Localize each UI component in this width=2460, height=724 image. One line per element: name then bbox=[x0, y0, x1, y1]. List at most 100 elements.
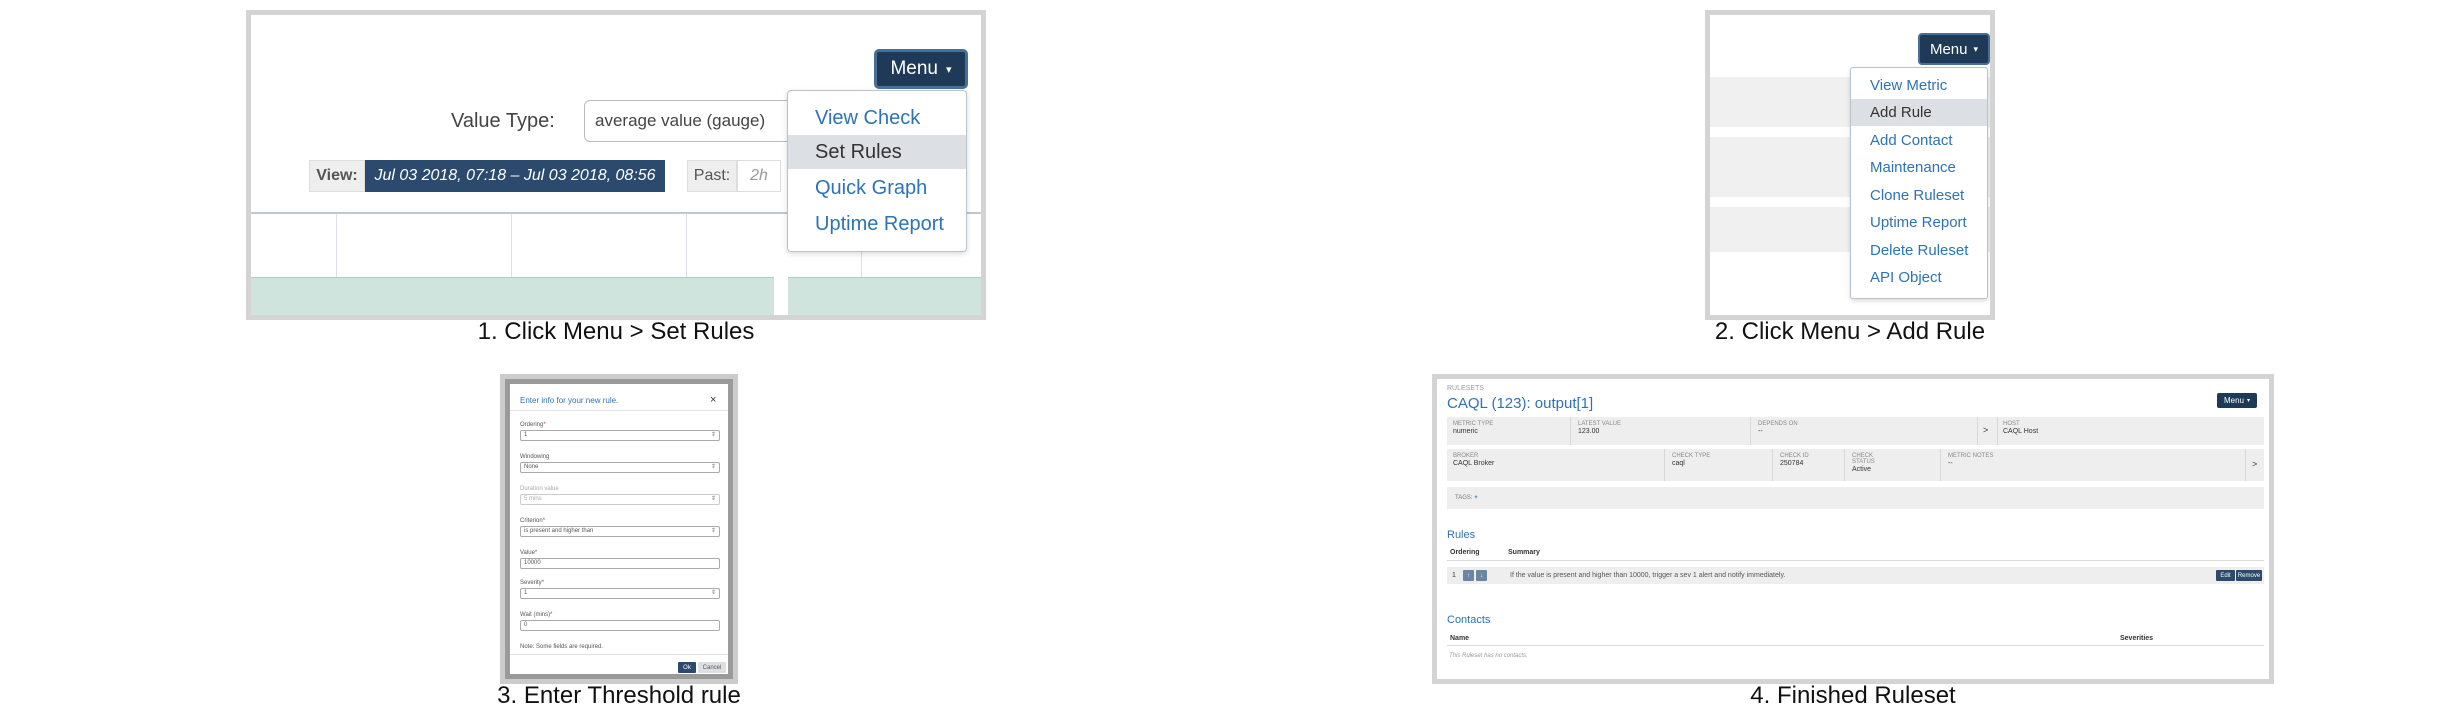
menu-dropdown: View Check Set Rules Quick Graph Uptime … bbox=[787, 90, 967, 252]
value-label: Value* bbox=[520, 550, 538, 556]
move-up-icon[interactable]: ↑ bbox=[1463, 570, 1474, 581]
criterion-select[interactable]: is present and higher than ⇕ bbox=[520, 526, 720, 537]
menu-label: Menu bbox=[1929, 40, 1968, 58]
ordering-column-header: Ordering bbox=[1450, 549, 1480, 556]
divider bbox=[510, 654, 728, 655]
screenshot-step-1: Value Type: average value (gauge) View: … bbox=[246, 10, 986, 320]
ok-button[interactable]: Ok bbox=[678, 662, 696, 673]
wait-input[interactable]: 0 bbox=[520, 620, 720, 631]
menu-dropdown: View Metric Add Rule Add Contact Mainten… bbox=[1850, 67, 1988, 299]
divider bbox=[1447, 560, 2264, 561]
menu-item-uptime-report[interactable]: Uptime Report bbox=[788, 207, 966, 241]
view-label: View: bbox=[309, 160, 365, 192]
depends-on-cell: Depends On -- bbox=[1758, 421, 1798, 435]
caption-step-1: 1. Click Menu > Set Rules bbox=[477, 318, 755, 345]
screenshot-step-4: RULESETS CAQL (123): output[1] Menu ▾ Me… bbox=[1432, 374, 2274, 684]
rule-row: 1 ↑ ↓ If the value is present and higher… bbox=[1447, 567, 2264, 584]
menu-item-set-rules[interactable]: Set Rules bbox=[788, 135, 966, 169]
remove-button[interactable]: Remove bbox=[2236, 570, 2262, 581]
menu-item-maintenance[interactable]: Maintenance bbox=[1851, 154, 1987, 181]
menu-item-view-check[interactable]: View Check bbox=[788, 101, 966, 135]
caption-step-4: 4. Finished Ruleset bbox=[1750, 682, 1956, 709]
windowing-select[interactable]: None ⇕ bbox=[520, 462, 720, 473]
breadcrumb[interactable]: RULESETS bbox=[1447, 385, 1484, 392]
summary-column-header: Summary bbox=[1508, 549, 1540, 556]
broker-cell: Broker CAQL Broker bbox=[1453, 453, 1495, 467]
latest-value-cell: Latest Value 123.00 bbox=[1578, 421, 1622, 435]
divider bbox=[1844, 449, 1845, 481]
divider bbox=[1977, 417, 1978, 445]
graph-gap bbox=[774, 277, 788, 315]
caption-step-3: 3. Enter Threshold rule bbox=[497, 682, 741, 709]
caret-down-icon: ▾ bbox=[1973, 43, 1979, 54]
menu-item-uptime-report[interactable]: Uptime Report bbox=[1851, 209, 1987, 236]
ordering-label: Ordering* bbox=[520, 422, 546, 428]
metric-type-cell: Metric Type numeric bbox=[1453, 421, 1494, 435]
menu-label: Menu bbox=[2223, 396, 2244, 405]
rules-heading: Rules bbox=[1447, 529, 1476, 541]
screenshot-step-3: Enter info for your new rule. × Ordering… bbox=[500, 374, 738, 684]
add-tag-icon[interactable]: + bbox=[1474, 495, 1478, 501]
edit-button[interactable]: Edit bbox=[2216, 570, 2235, 581]
modal-title: Enter info for your new rule. bbox=[520, 396, 619, 405]
metric-notes-cell: Metric Notes -- bbox=[1948, 453, 1994, 467]
check-info-row: Broker CAQL Broker Check Type caql Check I… bbox=[1447, 449, 2264, 481]
menu-item-api-object[interactable]: API Object bbox=[1851, 264, 1987, 291]
value-input[interactable]: 10000 bbox=[520, 558, 720, 569]
metric-info-row: Metric Type numeric Latest Value 123.00 De… bbox=[1447, 417, 2264, 445]
divider bbox=[1997, 417, 1998, 445]
menu-item-add-contact[interactable]: Add Contact bbox=[1851, 127, 1987, 154]
move-down-icon[interactable]: ↓ bbox=[1476, 570, 1487, 581]
ordering-select[interactable]: 1 ⇕ bbox=[520, 430, 720, 441]
chevron-right-icon[interactable]: > bbox=[1983, 425, 1988, 435]
duration-select[interactable]: 5 mins ⇕ bbox=[520, 494, 720, 505]
severities-column-header: Severities bbox=[2120, 635, 2154, 642]
menu-button[interactable]: Menu ▾ bbox=[874, 49, 968, 89]
menu-item-delete-ruleset[interactable]: Delete Ruleset bbox=[1851, 237, 1987, 264]
contacts-heading: Contacts bbox=[1447, 614, 1491, 626]
divider bbox=[2245, 449, 2246, 481]
check-type-cell: Check Type caql bbox=[1672, 453, 1711, 467]
chevron-right-icon[interactable]: > bbox=[2252, 459, 2257, 469]
view-range-picker[interactable]: Jul 03 2018, 07:18 – Jul 03 2018, 08:56 bbox=[365, 160, 665, 192]
divider bbox=[1447, 645, 2264, 646]
tags-label: TAGS: + bbox=[1455, 495, 1478, 501]
new-rule-modal: Enter info for your new rule. × Ordering… bbox=[510, 384, 728, 674]
past-input[interactable]: 2h bbox=[737, 160, 781, 192]
divider bbox=[1940, 449, 1941, 481]
menu-button[interactable]: Menu ▾ bbox=[1918, 33, 1990, 65]
menu-item-view-metric[interactable]: View Metric bbox=[1851, 72, 1987, 99]
page-title: CAQL (123): output[1] bbox=[1447, 395, 1594, 412]
screenshot-step-2: Menu ▾ View Metric Add Rule Add Contact … bbox=[1705, 10, 1995, 320]
rule-summary: If the value is present and higher than … bbox=[1510, 572, 1786, 579]
divider bbox=[1772, 449, 1773, 481]
value-type-select[interactable]: average value (gauge) bbox=[584, 100, 806, 142]
select-caret-icon: ⇕ bbox=[710, 432, 716, 438]
close-icon[interactable]: × bbox=[710, 394, 716, 406]
caret-down-icon: ▾ bbox=[946, 63, 952, 76]
cancel-button[interactable]: Cancel bbox=[698, 662, 726, 673]
menu-button[interactable]: Menu ▾ bbox=[2217, 393, 2257, 408]
required-note: Note: Some fields are required. bbox=[520, 644, 604, 650]
menu-item-add-rule[interactable]: Add Rule bbox=[1851, 99, 1987, 126]
severity-select[interactable]: 1 ⇕ bbox=[520, 588, 720, 599]
contacts-empty-message: This Ruleset has no contacts. bbox=[1449, 653, 1528, 659]
menu-item-clone-ruleset[interactable]: Clone Ruleset bbox=[1851, 182, 1987, 209]
select-caret-icon: ⇕ bbox=[710, 590, 716, 596]
duration-label: Duration value bbox=[520, 486, 559, 492]
caret-down-icon: ▾ bbox=[2247, 398, 2251, 404]
divider bbox=[1570, 417, 1571, 445]
menu-item-quick-graph[interactable]: Quick Graph bbox=[788, 171, 966, 205]
divider bbox=[1664, 449, 1665, 481]
host-cell: Host CAQL Host bbox=[2003, 421, 2039, 435]
name-column-header: Name bbox=[1450, 635, 1470, 642]
rule-ordering: 1 bbox=[1452, 572, 1456, 579]
caption-step-2: 2. Click Menu > Add Rule bbox=[1714, 318, 1986, 345]
select-caret-icon: ⇕ bbox=[710, 464, 716, 470]
select-caret-icon: ⇕ bbox=[710, 528, 716, 534]
graph-series-area bbox=[251, 277, 981, 315]
check-id-cell: Check ID 250784 bbox=[1780, 453, 1809, 467]
tags-row: TAGS: + bbox=[1447, 487, 2264, 509]
select-caret-icon: ⇕ bbox=[710, 496, 716, 502]
menu-label: Menu bbox=[890, 58, 938, 79]
